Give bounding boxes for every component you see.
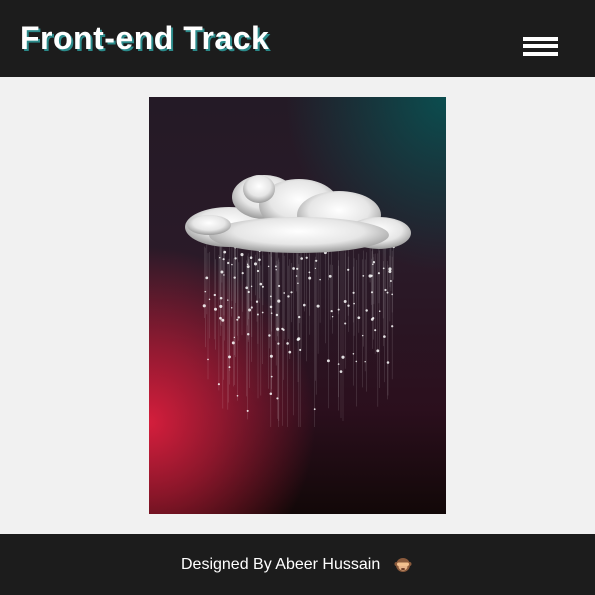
see-no-evil-monkey-icon (394, 558, 412, 572)
menu-bar-middle (523, 44, 558, 48)
hamburger-menu-button[interactable] (520, 34, 560, 62)
site-title: Front-end Track (20, 20, 270, 56)
main-content (0, 77, 595, 534)
rain-cloud-illustration (185, 175, 411, 427)
cloud-shape (185, 175, 411, 253)
site-footer: Designed By Abeer Hussain (0, 534, 595, 595)
rain-streaks (202, 237, 395, 427)
menu-bar-top (523, 37, 558, 41)
site-header: Front-end Track (0, 0, 595, 77)
menu-bar-bottom (523, 52, 558, 56)
rain-cloud-artwork (149, 97, 446, 514)
footer-credit: Designed By Abeer Hussain (181, 556, 381, 573)
